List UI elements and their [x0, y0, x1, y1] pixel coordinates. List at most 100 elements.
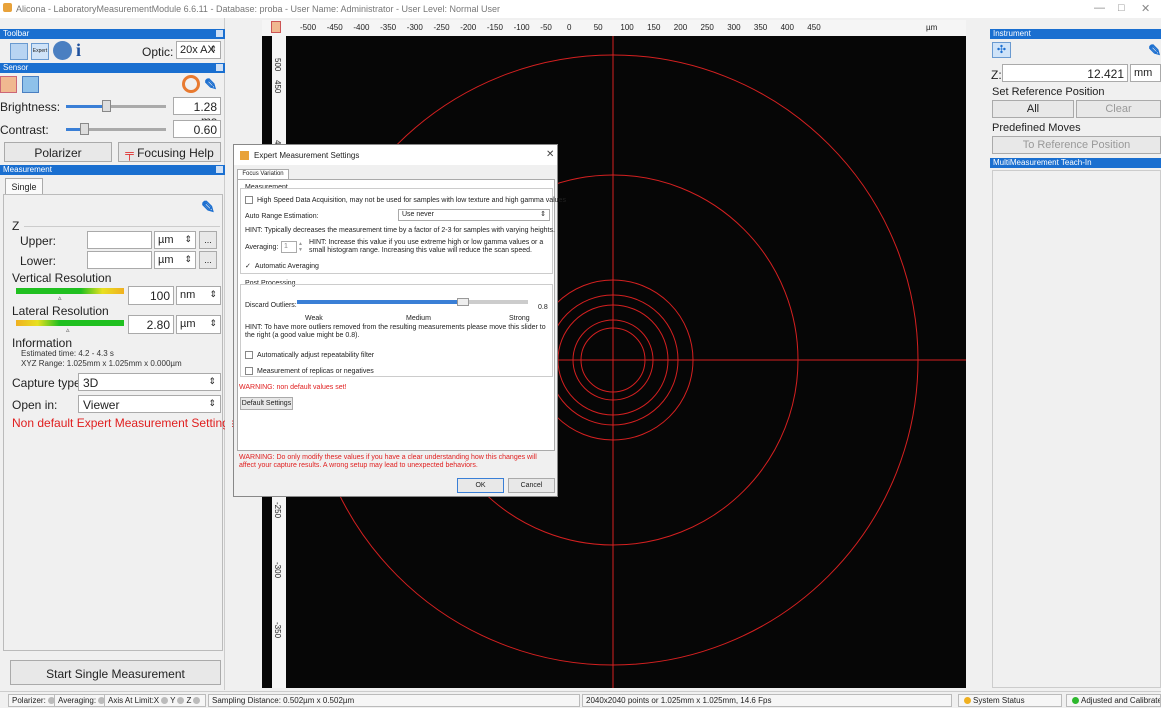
upper-field[interactable]: [87, 231, 152, 249]
ruler-top-tick: -350: [380, 23, 397, 32]
contrast-label: Contrast:: [0, 123, 49, 137]
auto-range-select[interactable]: Use never ⇕: [398, 209, 550, 221]
lateral-resolution-field[interactable]: 2.80: [128, 315, 174, 334]
brightness-slider-handle[interactable]: [102, 100, 111, 112]
default-settings-button[interactable]: Default Settings: [240, 397, 293, 410]
ring-light-icon[interactable]: [182, 75, 200, 93]
panel-float-button[interactable]: [216, 64, 223, 71]
open-in-select[interactable]: Viewer ⇕: [78, 395, 221, 413]
dialog-close-button[interactable]: ✕: [546, 149, 554, 160]
system-status-button[interactable]: System Status: [958, 694, 1062, 707]
capture-type-label: Capture type:: [12, 376, 85, 390]
high-speed-checkbox[interactable]: High Speed Data Acquisition, may not be …: [245, 196, 566, 204]
joystick-icon[interactable]: ✣: [992, 42, 1011, 58]
optic-select[interactable]: 20x AX ⇕: [176, 41, 221, 59]
start-single-measurement-button[interactable]: Start Single Measurement: [10, 660, 221, 685]
contrast-slider-handle[interactable]: [80, 123, 89, 135]
dialog-titlebar: Expert Measurement Settings ✕: [234, 145, 557, 165]
capture-type-select[interactable]: 3D ⇕: [78, 373, 221, 391]
ruler-top-tick: 0: [567, 23, 572, 32]
app-icon: [3, 3, 12, 12]
wrench-icon[interactable]: ✎: [1148, 41, 1161, 59]
discard-outliers-handle[interactable]: [457, 298, 470, 306]
ruler-top-tick: 250: [700, 23, 714, 32]
to-reference-position-button[interactable]: To Reference Position: [992, 136, 1161, 154]
z-divider: [24, 226, 220, 227]
upper-unit-select[interactable]: µm ⇕: [154, 231, 196, 249]
hint-outliers: HINT: To have more outliers removed from…: [245, 324, 546, 339]
ruler-top-tick: 350: [753, 23, 768, 32]
optic-label: Optic:: [142, 45, 174, 59]
brightness-field[interactable]: 1.28 ms: [173, 97, 221, 128]
cancel-button[interactable]: Cancel: [508, 478, 555, 493]
upper-browse-button[interactable]: ...: [199, 231, 217, 249]
minimize-button[interactable]: —: [1094, 2, 1105, 14]
ruler-left-tick: -350: [273, 622, 282, 639]
teach-in-panel: [992, 170, 1161, 688]
vertical-resolution-handle[interactable]: ▵: [58, 294, 62, 302]
spin-arrows[interactable]: ▲ ▼: [298, 241, 303, 253]
status-polarizer: Polarizer:: [8, 694, 61, 707]
lower-unit-select[interactable]: µm ⇕: [154, 251, 196, 269]
ruler-top: -500 -450 -400 -350 -300 -250 -200 -150 -100 -50 0…: [262, 20, 966, 36]
lower-browse-button[interactable]: ...: [199, 251, 217, 269]
expert-mode-icon[interactable]: Expert: [31, 43, 49, 60]
z-unit-select[interactable]: mm: [1130, 64, 1161, 82]
lateral-resolution-handle[interactable]: ▵: [66, 326, 70, 334]
panel-float-button[interactable]: [216, 166, 223, 173]
averaging-label: Averaging:: [245, 244, 279, 251]
contrast-slider-fill: [66, 128, 80, 131]
ruler-left-tick: 500: [273, 58, 282, 72]
settings-gear-icon[interactable]: [53, 41, 72, 60]
ruler-top-tick: -450: [326, 23, 343, 32]
status-axis-limit: Axis At Limit:X Y Z: [104, 694, 207, 707]
instrument-z-field[interactable]: 12.421: [1002, 64, 1128, 82]
vertical-resolution-slider[interactable]: [16, 288, 124, 294]
toolbar-tool-icon[interactable]: [10, 43, 28, 60]
light-icon[interactable]: [0, 76, 17, 93]
auto-range-label: Auto Range Estimation:: [245, 213, 319, 220]
slider-weak-label: Weak: [305, 315, 323, 322]
modify-warning: WARNING: Do only modify these values if …: [239, 454, 537, 469]
ok-button[interactable]: OK: [457, 478, 504, 493]
info-icon[interactable]: i: [76, 40, 90, 60]
contrast-field[interactable]: 0.60: [173, 120, 221, 138]
discard-outliers-label: Discard Outliers:: [245, 302, 297, 309]
wrench-icon[interactable]: ✎: [204, 75, 220, 94]
averaging-spinbox[interactable]: 1: [281, 241, 297, 253]
lateral-resolution-slider[interactable]: [16, 320, 124, 326]
expert-settings-dialog: Expert Measurement Settings ✕ Focus Vari…: [233, 144, 566, 497]
ruler-top-unit: µm: [926, 23, 938, 32]
left-splitter[interactable]: [225, 30, 232, 690]
maximize-button[interactable]: □: [1118, 2, 1125, 14]
zoom-fit-icon[interactable]: [271, 21, 281, 33]
reference-clear-button[interactable]: Clear: [1076, 100, 1161, 118]
close-button[interactable]: ✕: [1141, 2, 1150, 15]
window-title: Alicona - LaboratoryMeasurementModule 6.…: [16, 4, 501, 14]
ruler-left-tick: -300: [273, 562, 282, 579]
brightness-slider-fill: [66, 105, 104, 108]
brightness-label: Brightness:: [0, 100, 61, 114]
lateral-resolution-unit-select[interactable]: µm ⇕: [176, 315, 221, 334]
open-in-label: Open in:: [12, 398, 58, 412]
reference-all-button[interactable]: All: [992, 100, 1074, 118]
instrument-header: Instrument: [990, 29, 1161, 39]
ruler-top-tick: 100: [620, 23, 634, 32]
ruler-left-tick: 450: [273, 80, 282, 94]
camera-icon[interactable]: [22, 76, 39, 93]
focusing-help-button[interactable]: ╤ Focusing Help: [118, 142, 221, 162]
replicas-checkbox[interactable]: Measurement of replicas or negatives: [245, 367, 374, 375]
discard-outliers-slider-fill: [297, 300, 464, 304]
ruler-top-tick: 50: [593, 23, 603, 32]
lower-field[interactable]: [87, 251, 152, 269]
wrench-icon[interactable]: ✎: [201, 198, 219, 217]
vertical-resolution-field[interactable]: 100: [128, 286, 174, 305]
upper-label: Upper:: [20, 234, 57, 248]
vertical-resolution-label: Vertical Resolution: [12, 271, 112, 285]
repeatability-checkbox[interactable]: Automatically adjust repeatability filte…: [245, 351, 374, 359]
vertical-resolution-unit-select[interactable]: nm ⇕: [176, 286, 221, 305]
tab-single[interactable]: Single: [5, 178, 43, 195]
polarizer-button[interactable]: Polarizer: [4, 142, 112, 162]
automatic-averaging-checkbox[interactable]: ✓ Automatic Averaging: [245, 262, 319, 270]
panel-float-button[interactable]: [216, 30, 223, 37]
